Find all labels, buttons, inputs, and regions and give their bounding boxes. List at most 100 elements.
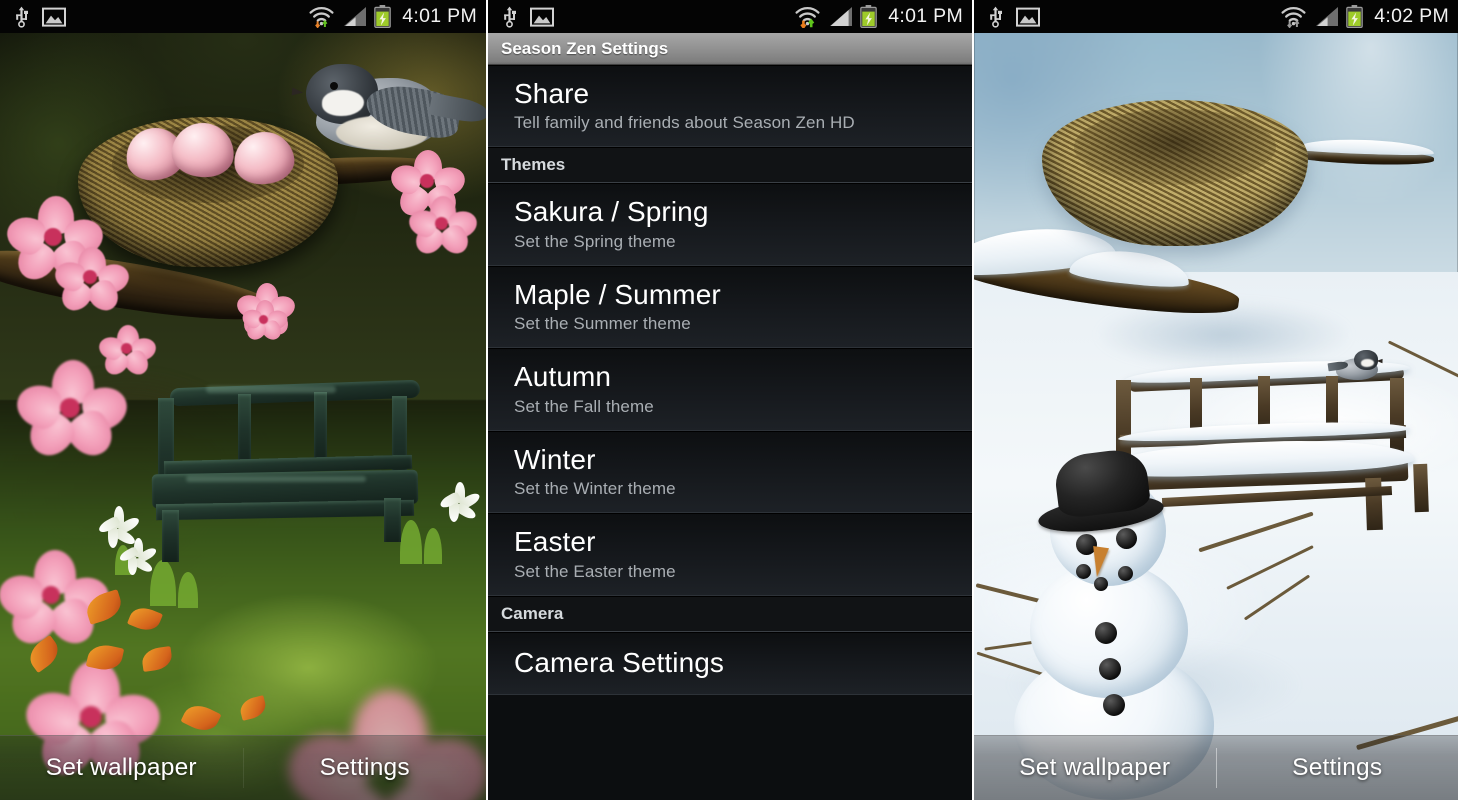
blossom-core [60,398,80,418]
pref-title: Sakura / Spring [514,196,709,228]
pref-title: Winter [514,443,596,475]
panel-settings: Season Zen Settings Share Tell family an… [486,0,972,800]
cherry-blossom [11,360,133,465]
image-icon [42,7,66,27]
status-clock: 4:02 PM [1374,5,1449,27]
nest-hollow [1073,108,1277,185]
signal-bars-icon [1314,6,1339,27]
snowman-button [1099,658,1121,680]
pref-summary: Set the Winter theme [514,479,676,499]
blossom-core [80,706,102,728]
status-right-icons: 4:01 PM [794,5,963,28]
set-wallpaper-button[interactable]: Set wallpaper [0,736,243,800]
snowman [994,446,1254,800]
app-title-bar: Season Zen Settings [488,33,972,65]
pref-share[interactable]: Share Tell family and friends about Seas… [488,65,972,148]
status-left-icons [14,6,66,28]
pref-summary: Set the Fall theme [514,396,654,416]
panel-winter-home: 4:02 PM Set wallpaper Settings [972,0,1458,800]
status-bar: 4:02 PM [974,0,1458,33]
blossom-core [44,228,62,246]
bird-eye [330,82,338,90]
status-left-icons [988,6,1040,28]
bench-leg [384,498,401,542]
actionbar-divider [242,748,244,788]
winter-wallpaper-scene[interactable] [974,0,1458,800]
blossom-core [259,315,268,324]
pref-theme-winter[interactable]: Winter Set the Winter theme [488,430,972,514]
blossom-core [435,217,448,230]
panel-spring-home: 4:01 PM Set wallpaper Settings [0,0,486,800]
image-icon [1016,7,1040,27]
bench-back-post [314,392,327,464]
bench-back-post [1390,378,1404,454]
snowman-mouth-coal [1118,566,1133,581]
pref-title: Maple / Summer [514,278,721,310]
section-header-camera: Camera [488,595,972,632]
bird-beak [291,87,304,97]
bench-top-rail [169,379,421,407]
battery-charging-icon [1346,5,1364,28]
settings-screen: Season Zen Settings Share Tell family an… [488,33,972,800]
snowman-hat-top [1052,446,1152,520]
snowman-button [1095,622,1117,644]
blossom-core [42,586,60,604]
pref-theme-easter[interactable]: Easter Set the Easter theme [488,513,972,596]
bench-leg [1413,463,1429,513]
cherry-blossom [405,196,481,259]
white-flower [438,482,482,524]
wallpaper-preview-actionbar: Set wallpaper Settings [0,735,486,800]
wifi-icon [1280,6,1307,28]
snowman-button [1103,694,1125,716]
wallpaper-preview-actionbar: Set wallpaper Settings [974,735,1458,800]
blossom-core [420,174,434,188]
bench-leg [162,510,179,562]
pref-theme-sakura-spring[interactable]: Sakura / Spring Set the Spring theme [488,183,972,266]
pref-title: Easter [514,526,596,558]
cherry-blossom [51,247,133,317]
status-left-icons [502,6,554,28]
chickadee-bird-small [1327,350,1388,384]
status-clock: 4:01 PM [888,5,963,27]
signal-bars-icon [828,6,853,27]
pref-title: Autumn [514,361,612,393]
cherry-blossom-hanging [240,300,290,344]
status-bar: 4:01 PM [488,0,972,33]
pref-title: Share [514,78,590,109]
screenshot-strip: 4:01 PM Set wallpaper Settings Season Ze… [0,0,1458,800]
pref-camera-settings[interactable]: Camera Settings [488,631,972,696]
snowman-mouth-coal [1076,564,1091,579]
blossom-core [121,343,132,354]
usb-icon [14,6,29,28]
pref-summary: Set the Summer theme [514,314,691,334]
battery-charging-icon [374,5,392,28]
battery-charging-icon [860,5,878,28]
usb-icon [988,6,1003,28]
pref-theme-maple-summer[interactable]: Maple / Summer Set the Summer theme [488,265,972,349]
pref-summary: Set the Spring theme [514,231,676,251]
section-title: Camera [501,603,564,623]
park-bench [146,379,446,595]
bench-highlight [186,476,366,482]
blossom-core [83,270,97,284]
bench-apron [155,499,415,521]
status-clock: 4:01 PM [402,5,477,27]
status-right-icons: 4:02 PM [1280,5,1449,28]
snowman-mouth-coal [1094,577,1108,591]
status-right-icons: 4:01 PM [308,5,477,28]
wifi-icon [794,6,821,28]
bench-highlight [206,386,336,393]
snowman-eye [1116,528,1137,549]
app-title: Season Zen Settings [501,38,669,58]
section-title: Themes [501,155,566,175]
settings-button[interactable]: Settings [244,736,487,800]
pref-summary: Set the Easter theme [514,561,676,581]
pref-theme-autumn[interactable]: Autumn Set the Fall theme [488,348,972,431]
settings-button[interactable]: Settings [1217,736,1458,800]
spring-wallpaper-scene[interactable] [0,0,486,800]
pref-summary: Tell family and friends about Season Zen… [514,113,855,133]
bird-beak [1376,358,1383,364]
image-icon [530,7,554,27]
set-wallpaper-button[interactable]: Set wallpaper [974,736,1216,800]
wifi-icon [308,6,335,28]
